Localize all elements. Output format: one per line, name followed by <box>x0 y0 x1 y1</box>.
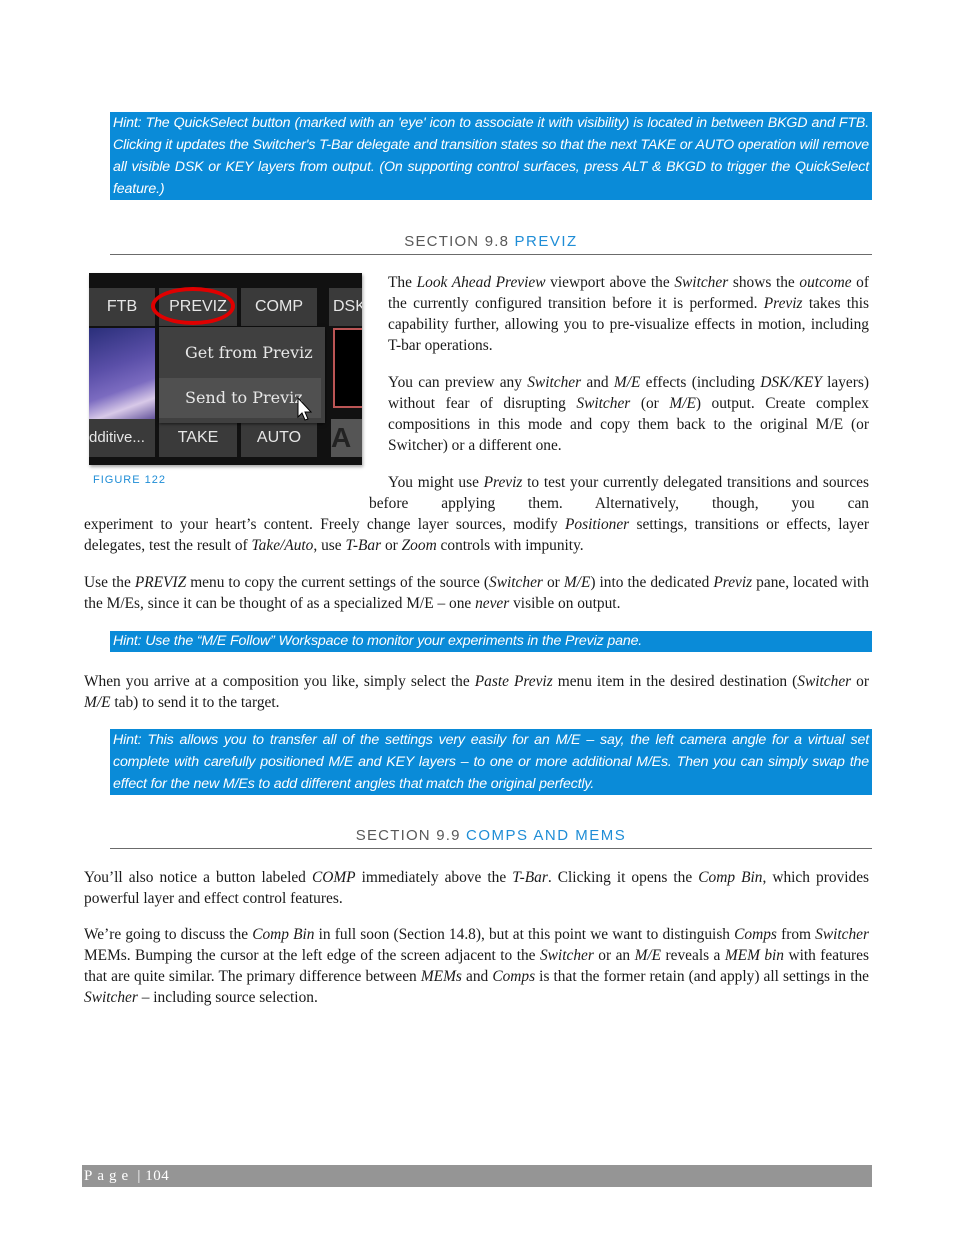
paragraph-look-ahead: The Look Ahead Preview viewport above th… <box>388 274 870 354</box>
auto-button: AUTO <box>241 419 317 457</box>
paragraph-preview-any: You can preview any Switcher and M/E eff… <box>388 374 869 454</box>
dsk-button: DSK <box>329 288 362 326</box>
hint-transfer-settings: Hint: This allows you to transfer all of… <box>110 729 872 795</box>
figure-caption: FIGURE 122 <box>93 474 166 486</box>
previz-dropdown-menu: Get from Previz Send to Previz <box>159 327 325 423</box>
effect-name-label: dditive... <box>89 419 155 457</box>
section-heading-previz: SECTION 9.8 PREVIZ <box>110 233 872 255</box>
paragraph-paste-previz: When you arrive at a composition you lik… <box>84 673 869 711</box>
menu-item-get-from-previz[interactable]: Get from Previz <box>159 333 321 373</box>
section-heading-comps-mems: SECTION 9.9 COMPS AND MEMS <box>110 827 872 849</box>
key-thumbnail <box>333 328 362 408</box>
take-button: TAKE <box>159 419 237 457</box>
previz-highlight-ellipse <box>151 287 235 325</box>
hint-me-follow: Hint: Use the “M/E Follow” Workspace to … <box>110 631 872 652</box>
section-title: PREVIZ <box>514 233 578 250</box>
section-number: SECTION 9.9 <box>355 827 467 844</box>
section-title: COMPS AND MEMS <box>466 827 627 844</box>
page-footer: Page | 104 <box>82 1165 872 1187</box>
paragraph-might-use-previz-b: experiment to your heart’s content. Free… <box>84 516 869 554</box>
hint-quickselect: Hint: The QuickSelect button (marked wit… <box>110 112 872 200</box>
paragraph-might-use-previz-a: You might use Previz to test your curren… <box>369 474 869 512</box>
mouse-cursor-icon <box>297 397 313 421</box>
ftb-button: FTB <box>89 288 155 326</box>
key-label: A <box>331 419 362 457</box>
comp-button: COMP <box>241 288 317 326</box>
page-label: Page <box>84 1168 134 1184</box>
paragraph-comps-vs-mems: We’re going to discuss the Comp Bin in f… <box>84 926 869 1006</box>
paragraph-previz-menu: Use the PREVIZ menu to copy the current … <box>84 574 869 612</box>
page-separator: | <box>133 1168 146 1184</box>
paragraph-comp-button: You’ll also notice a button labeled COMP… <box>84 869 870 907</box>
page-number: 104 <box>145 1168 170 1184</box>
section-number: SECTION 9.8 <box>404 233 515 250</box>
